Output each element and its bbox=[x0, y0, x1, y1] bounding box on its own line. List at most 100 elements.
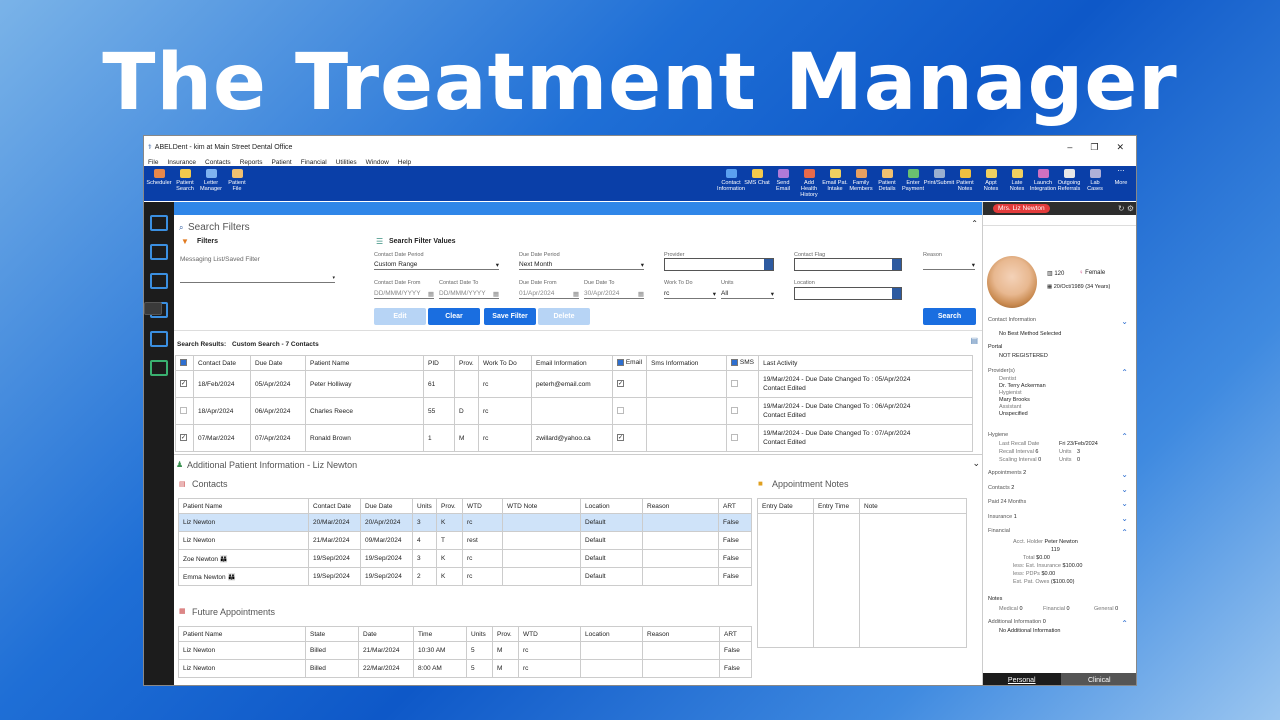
tab-personal[interactable]: Personal bbox=[983, 673, 1061, 685]
minimize-button[interactable]: – bbox=[1067, 142, 1072, 153]
col-sms-info[interactable]: Sms Information bbox=[646, 355, 728, 371]
table-row[interactable]: Liz Newton Billed 21/Mar/2024 10:30 AM 5 Mrc F… bbox=[178, 641, 752, 660]
col-location[interactable]: Location bbox=[580, 626, 643, 642]
contact-information-button[interactable]: Contact Information bbox=[717, 168, 745, 192]
paid-row[interactable]: Paid 24 Months ⌄ bbox=[988, 499, 1132, 508]
col-pid[interactable]: PID bbox=[423, 355, 455, 371]
providers-row[interactable]: Provider(s) ⌃ bbox=[988, 368, 1132, 377]
col-email-info[interactable]: Email Information bbox=[531, 355, 613, 371]
refresh-icon[interactable]: ↻ ⚙ bbox=[1118, 204, 1136, 213]
col-date[interactable]: Date bbox=[358, 626, 414, 642]
more-button[interactable]: ⋯ More bbox=[1108, 168, 1134, 186]
contact-from-input[interactable]: DD/MMM/YYYY ▦ bbox=[374, 290, 434, 299]
row-checkbox[interactable]: ✓ bbox=[180, 380, 187, 388]
patient-details-button[interactable]: Patient Details bbox=[874, 168, 900, 192]
outgoing-referrals-button[interactable]: Outgoing Referrals bbox=[1056, 168, 1082, 192]
col-wtd[interactable]: WTD bbox=[518, 626, 581, 642]
reason-select[interactable]: ▾ bbox=[923, 261, 975, 270]
sms-chat-button[interactable]: SMS Chat bbox=[744, 168, 770, 186]
contacts-row[interactable]: Contacts 2 ⌄ bbox=[988, 485, 1132, 494]
due-period-select[interactable]: Next Month ▾ bbox=[519, 261, 644, 270]
additional-info-row[interactable]: Additional Information 0 ⌃ bbox=[988, 619, 1132, 628]
patient-search-button[interactable]: Patient Search bbox=[172, 168, 198, 192]
col-due-date[interactable]: Due Date bbox=[360, 498, 413, 514]
col-wtd-note[interactable]: WTD Note bbox=[502, 498, 581, 514]
col-prov[interactable]: Prov. bbox=[454, 355, 479, 371]
financial-row[interactable]: Financial ⌃ bbox=[988, 528, 1132, 537]
scheduler-button[interactable]: Scheduler bbox=[146, 168, 172, 186]
mail-icon[interactable] bbox=[150, 331, 168, 347]
menu-window[interactable]: Window bbox=[366, 159, 389, 166]
table-row[interactable]: Emma Newton 👪 19/Sep/2024 19/Sep/2024 2 Krc D… bbox=[178, 567, 752, 586]
col-prov[interactable]: Prov. bbox=[492, 626, 519, 642]
send-email-button[interactable]: Send Email bbox=[770, 168, 796, 192]
col-work-to-do[interactable]: Work To Do bbox=[478, 355, 532, 371]
enter-payment-button[interactable]: Enter Payment bbox=[900, 168, 926, 192]
delete-button[interactable]: Delete bbox=[538, 308, 590, 325]
collapse-down-icon[interactable]: ⌄ bbox=[972, 458, 980, 469]
close-button[interactable]: ✕ bbox=[1116, 142, 1124, 153]
col-patient-name[interactable]: Patient Name bbox=[178, 626, 306, 642]
menu-help[interactable]: Help bbox=[398, 159, 411, 166]
patient-notes-button[interactable]: Patient Notes bbox=[952, 168, 978, 192]
table-row[interactable]: Zoe Newton 👪 19/Sep/2024 19/Sep/2024 3 Krc De… bbox=[178, 549, 752, 568]
add-health-history-button[interactable]: Add Health History bbox=[796, 168, 822, 198]
collapse-up-icon[interactable]: ⌃ bbox=[971, 219, 978, 228]
col-patient-name[interactable]: Patient Name bbox=[305, 355, 424, 371]
treatment-manager-icon[interactable] bbox=[144, 302, 162, 315]
menu-insurance[interactable]: Insurance bbox=[167, 159, 196, 166]
col-entry-date[interactable]: Entry Date bbox=[757, 498, 814, 514]
due-to-input[interactable]: 30/Apr/2024 ▦ bbox=[584, 290, 644, 299]
col-contact-date[interactable]: Contact Date bbox=[193, 355, 251, 371]
contact-info-row[interactable]: Contact Information ⌄ bbox=[988, 317, 1132, 326]
provider-select[interactable] bbox=[664, 258, 774, 271]
col-reason[interactable]: Reason bbox=[642, 498, 719, 514]
table-row[interactable]: 18/Apr/2024 06/Apr/2024 Charles Reece 55… bbox=[175, 397, 973, 425]
grid-icon[interactable] bbox=[150, 215, 168, 231]
sms-all-checkbox[interactable] bbox=[731, 359, 739, 367]
table-row[interactable]: Liz Newton 20/Mar/2024 20/Apr/2024 3 Krc Defa… bbox=[178, 513, 752, 532]
col-art[interactable]: ART bbox=[719, 626, 752, 642]
sms-checkbox[interactable] bbox=[731, 407, 739, 415]
tab-clinical[interactable]: Clinical bbox=[1060, 673, 1136, 685]
insurance-row[interactable]: Insurance 1 ⌄ bbox=[988, 514, 1132, 523]
col-location[interactable]: Location bbox=[580, 498, 643, 514]
hygiene-row[interactable]: Hygiene ⌃ bbox=[988, 432, 1132, 441]
contact-flag-select[interactable] bbox=[794, 258, 902, 271]
col-time[interactable]: Time bbox=[413, 626, 467, 642]
family-members-button[interactable]: Family Members bbox=[848, 168, 874, 192]
letter-manager-button[interactable]: Letter Manager bbox=[198, 168, 224, 192]
menu-financial[interactable]: Financial bbox=[301, 159, 327, 166]
email-pat-intake-button[interactable]: Email Pat. Intake bbox=[822, 168, 848, 192]
menu-contacts[interactable]: Contacts bbox=[205, 159, 231, 166]
col-contact-date[interactable]: Contact Date bbox=[308, 498, 361, 514]
calendar-grid-icon[interactable] bbox=[150, 244, 168, 260]
col-patient-name[interactable]: Patient Name bbox=[178, 498, 309, 514]
patient-name-badge[interactable]: Mrs. Liz Newton bbox=[993, 204, 1050, 213]
contact-period-select[interactable]: Custom Range ▾ bbox=[374, 261, 499, 270]
print-submit-button[interactable]: Print/Submit bbox=[924, 168, 954, 186]
work-to-do-select[interactable]: rc ▾ bbox=[664, 290, 716, 299]
col-prov[interactable]: Prov. bbox=[436, 498, 463, 514]
table-row[interactable]: ✓ 18/Feb/2024 05/Apr/2024 Peter Holliway… bbox=[175, 370, 973, 398]
table-grid-icon[interactable] bbox=[150, 273, 168, 289]
appt-notes-button[interactable]: Appt Notes bbox=[978, 168, 1004, 192]
menu-file[interactable]: File bbox=[148, 159, 158, 166]
col-entry-time[interactable]: Entry Time bbox=[813, 498, 860, 514]
late-notes-button[interactable]: Late Notes bbox=[1004, 168, 1030, 192]
col-units[interactable]: Units bbox=[466, 626, 493, 642]
col-units[interactable]: Units bbox=[412, 498, 437, 514]
email-all-checkbox[interactable] bbox=[617, 359, 624, 367]
return-icon[interactable] bbox=[150, 360, 168, 376]
contact-to-input[interactable]: DD/MMM/YYYY ▦ bbox=[439, 290, 499, 299]
launch-integration-button[interactable]: Launch Integration bbox=[1030, 168, 1056, 192]
clear-button[interactable]: Clear bbox=[428, 308, 480, 325]
col-reason[interactable]: Reason bbox=[642, 626, 720, 642]
due-from-input[interactable]: 01/Apr/2024 ▦ bbox=[519, 290, 579, 299]
patient-file-button[interactable]: Patient File bbox=[224, 168, 250, 192]
location-select[interactable] bbox=[794, 287, 902, 300]
lab-cases-button[interactable]: Lab Cases bbox=[1082, 168, 1108, 192]
email-checkbox[interactable]: ✓ bbox=[617, 434, 624, 442]
table-row[interactable]: Liz Newton 21/Mar/2024 09/Mar/2024 4 Trest De… bbox=[178, 531, 752, 550]
menu-reports[interactable]: Reports bbox=[240, 159, 263, 166]
